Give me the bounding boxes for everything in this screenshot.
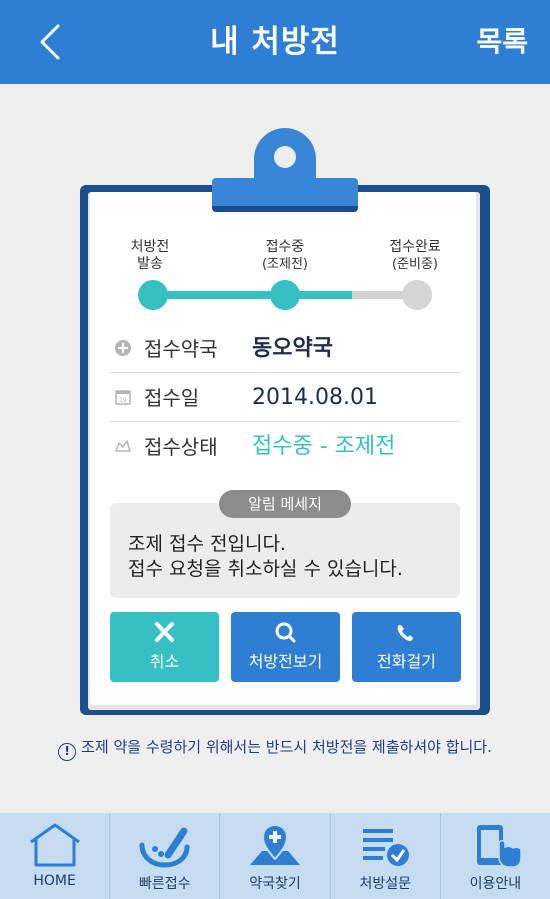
notice-text: 조제 약을 수령하기 위해서는 반드시 처방전을 제출하셔야 합니다. bbox=[81, 738, 492, 756]
nav-item-fast-receipt[interactable]: 빠른접수 bbox=[110, 813, 221, 899]
nav-label-survey: 처방설문 bbox=[359, 876, 411, 892]
step-1-sub: 발송 bbox=[137, 256, 163, 272]
nav-label-home: HOME bbox=[33, 873, 76, 889]
plus-circle-icon bbox=[115, 340, 131, 356]
step-1-label: 처방전 발송 bbox=[105, 239, 195, 273]
nav-item-pharmacy[interactable]: 약국찾기 bbox=[220, 813, 331, 899]
close-icon bbox=[155, 622, 174, 642]
clipboard-clip-hole bbox=[274, 146, 296, 168]
pharmacy-row: 접수약국 동오약국 bbox=[110, 325, 460, 373]
view-prescription-button[interactable]: 처방전보기 bbox=[231, 612, 340, 682]
nav-item-guide[interactable]: 이용안내 bbox=[441, 813, 550, 899]
pharmacy-label: 접수약국 bbox=[144, 337, 218, 361]
search-icon bbox=[275, 622, 296, 643]
nav-item-survey[interactable]: 처방설문 bbox=[331, 813, 441, 899]
step-2-sub: (조제전) bbox=[261, 257, 309, 272]
svg-text:19: 19 bbox=[119, 397, 127, 404]
step-2-dot bbox=[270, 280, 300, 310]
clipboard-clip bbox=[212, 178, 358, 212]
step-1-title: 처방전 bbox=[130, 239, 170, 255]
guide-icon bbox=[476, 825, 522, 868]
nav-label-pharmacy: 약국찾기 bbox=[249, 876, 301, 892]
app-header: 내 처방전 목록 bbox=[0, 0, 550, 84]
nav-label-fast-receipt: 빠른접수 bbox=[139, 876, 191, 892]
message-badge: 알림 메세지 bbox=[219, 490, 351, 518]
page-title: 내 처방전 bbox=[210, 24, 340, 60]
progress-fill bbox=[160, 291, 352, 299]
cancel-button-label: 취소 bbox=[149, 652, 180, 671]
survey-icon bbox=[362, 829, 409, 866]
call-button[interactable]: 전화걸기 bbox=[352, 612, 461, 682]
bottom-nav: HOME 빠른접수 약국찾기 처방설문 이용안내 bbox=[0, 813, 550, 899]
nav-item-home[interactable]: HOME bbox=[0, 813, 111, 899]
step-2-title: 접수중 bbox=[265, 239, 305, 255]
view-prescription-button-label: 처방전보기 bbox=[248, 652, 323, 671]
phone-icon bbox=[397, 625, 413, 641]
status-label: 접수상태 bbox=[144, 435, 218, 459]
message-text: 조제 접수 전입니다. 접수 요청을 취소하실 수 있습니다. bbox=[128, 532, 403, 582]
date-row: 19 접수일 2014.08.01 bbox=[110, 374, 460, 422]
status-row: 접수상태 접수중 - 조제전 bbox=[110, 423, 460, 471]
status-value: 접수중 - 조제전 bbox=[252, 434, 396, 459]
call-button-label: 전화걸기 bbox=[377, 652, 436, 671]
calendar-icon: 19 bbox=[115, 390, 131, 405]
message-line-1: 조제 접수 전입니다. bbox=[128, 533, 286, 555]
notice: ! 조제 약을 수령하기 위해서는 반드시 처방전을 제출하셔야 합니다. bbox=[0, 736, 550, 761]
status-icon bbox=[115, 440, 131, 452]
pharmacy-map-icon bbox=[250, 823, 301, 865]
nav-label-guide: 이용안내 bbox=[469, 876, 522, 892]
step-3-dot bbox=[402, 280, 432, 310]
step-1-dot bbox=[138, 280, 168, 310]
home-icon bbox=[30, 823, 80, 867]
step-2-label: 접수중 (조제전) bbox=[240, 239, 330, 273]
message-line-2: 접수 요청을 취소하실 수 있습니다. bbox=[128, 558, 403, 580]
info-icon: ! bbox=[58, 743, 77, 761]
step-3-sub: (준비중) bbox=[391, 257, 439, 272]
list-button[interactable]: 목록 bbox=[476, 0, 528, 84]
date-label: 접수일 bbox=[144, 386, 200, 410]
date-value: 2014.08.01 bbox=[252, 385, 378, 410]
fast-receipt-icon bbox=[139, 827, 190, 868]
step-3-title: 접수완료 bbox=[389, 239, 441, 255]
cancel-button[interactable]: 취소 bbox=[110, 612, 219, 682]
step-3-label: 접수완료 (준비중) bbox=[370, 239, 460, 273]
pharmacy-value: 동오약국 bbox=[252, 336, 333, 361]
